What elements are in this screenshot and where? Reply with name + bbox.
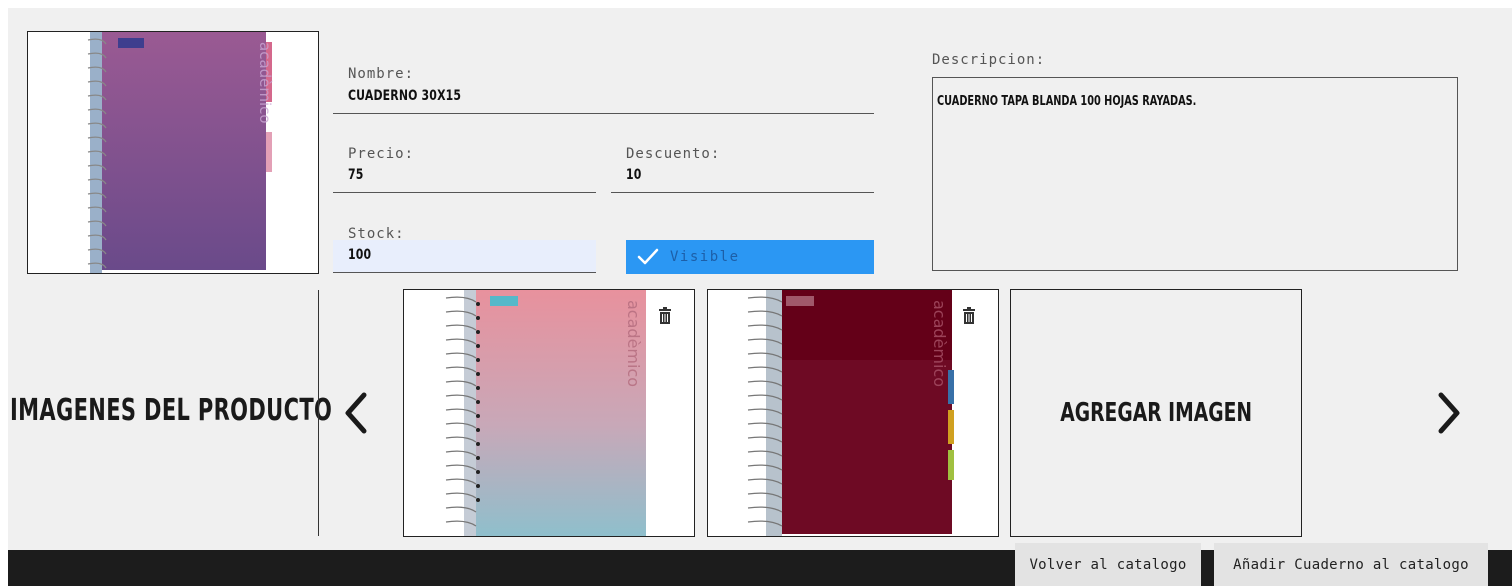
notebook-image-main: acadèmico: [28, 32, 318, 273]
back-to-catalog-button[interactable]: Volver al catalogo: [1015, 543, 1201, 586]
stock-underline: [333, 272, 596, 273]
visible-label: Visible: [670, 249, 740, 265]
visible-toggle[interactable]: Visible: [626, 240, 874, 274]
chevron-right-icon: [1438, 392, 1460, 434]
checkmark-icon: [637, 248, 659, 265]
gallery-image-card[interactable]: acadèmico: [707, 289, 999, 537]
precio-label: Precio:: [348, 146, 415, 162]
nombre-underline: [333, 113, 874, 114]
descripcion-text: CUADERNO TAPA BLANDA 100 HOJAS RAYADAS.: [937, 94, 1197, 109]
svg-text:acadèmico: acadèmico: [256, 42, 274, 124]
gallery-image-card[interactable]: acadèmico: [403, 289, 695, 537]
gallery-prev-button[interactable]: [335, 385, 375, 441]
svg-text:acadèmico: acadèmico: [624, 300, 643, 387]
descuento-underline: [611, 192, 874, 193]
stock-label: Stock:: [348, 226, 405, 242]
add-to-catalog-button[interactable]: Añadir Cuaderno al catalogo: [1214, 543, 1488, 586]
notebook-image-pink: acadèmico: [404, 290, 694, 536]
main-product-image[interactable]: acadèmico: [27, 31, 319, 274]
chevron-left-icon: [345, 392, 367, 434]
stock-input[interactable]: 100: [348, 247, 371, 263]
add-image-label: AGREGAR IMAGEN: [1060, 398, 1252, 428]
descripcion-label: Descripcion:: [932, 52, 1046, 68]
descuento-label: Descuento:: [626, 146, 721, 162]
notebook-image-burgundy: acadèmico: [708, 290, 998, 536]
stock-input-background: [333, 240, 596, 273]
nombre-input[interactable]: CUADERNO 30X15: [348, 88, 461, 104]
gallery-divider: [318, 290, 319, 536]
svg-text:acadèmico: acadèmico: [930, 300, 949, 387]
add-image-button[interactable]: AGREGAR IMAGEN: [1010, 289, 1302, 537]
nombre-label: Nombre:: [348, 66, 415, 82]
precio-underline: [333, 192, 596, 193]
descuento-input[interactable]: 10: [626, 167, 642, 183]
descripcion-textarea[interactable]: CUADERNO TAPA BLANDA 100 HOJAS RAYADAS.: [932, 77, 1458, 271]
precio-input[interactable]: 75: [348, 167, 364, 183]
trash-icon[interactable]: [962, 307, 976, 325]
trash-icon[interactable]: [658, 307, 672, 325]
gallery-next-button[interactable]: [1430, 385, 1470, 441]
gallery-title: IMAGENES DEL PRODUCTO: [10, 393, 333, 428]
